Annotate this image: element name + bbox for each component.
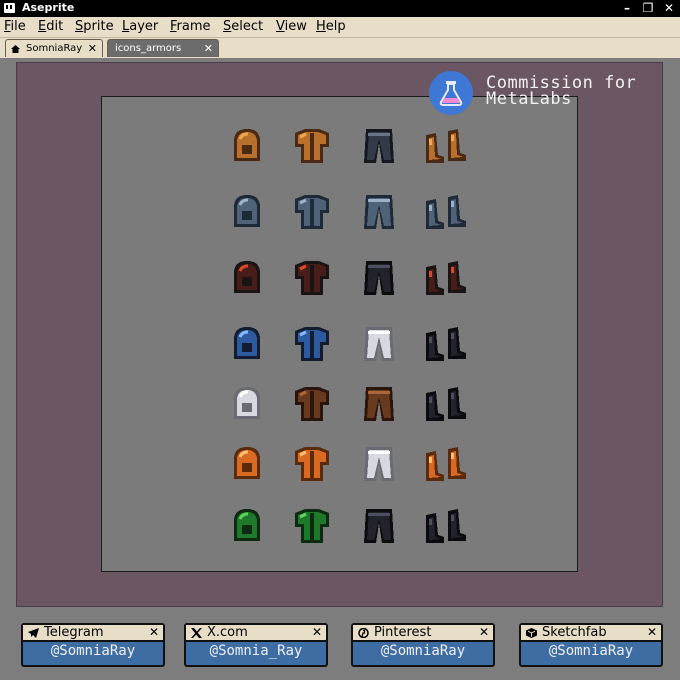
home-icon [11, 45, 20, 53]
social-header: X.com ✕ [186, 625, 326, 642]
social-header: Telegram ✕ [23, 625, 163, 642]
close-button[interactable]: ✕ [660, 0, 678, 17]
close-icon[interactable]: ✕ [647, 625, 657, 639]
armor-sprite-pants-black [352, 251, 406, 305]
armor-sprite-helmet-steel [220, 185, 274, 239]
armor-sprite-boots-black [418, 377, 472, 431]
sketchfab-icon [526, 628, 537, 638]
armor-sprite-boots-steel [418, 185, 472, 239]
menu-help[interactable]: Help [316, 19, 346, 34]
sprite-canvas[interactable] [101, 96, 578, 572]
menu-sprite[interactable]: Sprite [75, 19, 114, 34]
armor-sprite-boots-orange [418, 437, 472, 491]
armor-sprite-hood-white [220, 377, 274, 431]
armor-sprite-chest-green [285, 499, 339, 553]
armor-sprite-pants-white-orange [352, 437, 406, 491]
armor-sprite-pants-brown [352, 377, 406, 431]
menu-layer[interactable]: Layer [122, 19, 158, 34]
social-sketchfab[interactable]: Sketchfab ✕ @SomniaRay [519, 623, 663, 667]
commission-badge: Commission for MetaLabs [429, 69, 669, 117]
armor-sprite-pants-dark [352, 119, 406, 173]
close-icon[interactable]: ✕ [312, 625, 322, 639]
menu-edit[interactable]: Edit [38, 19, 63, 34]
tab-somniaray[interactable]: SomniaRay ✕ [5, 39, 103, 57]
tab-label: SomniaRay [26, 43, 83, 54]
social-header: Sketchfab ✕ [521, 625, 661, 642]
social-handle: @SomniaRay [380, 643, 466, 659]
social-header: Pinterest ✕ [353, 625, 493, 642]
telegram-icon [28, 628, 39, 638]
title-bar: Aseprite – ❐ ✕ [0, 0, 680, 17]
minimize-button[interactable]: – [618, 0, 636, 17]
armor-sprite-jacket-brown [285, 377, 339, 431]
armor-sprite-pants-black [352, 499, 406, 553]
menu-frame[interactable]: Frame [170, 19, 211, 34]
armor-sprite-boots-bronze [418, 119, 472, 173]
social-name: X.com [207, 625, 248, 640]
menu-file[interactable]: File [4, 19, 26, 34]
armor-sprite-coat-blue [285, 317, 339, 371]
armor-sprite-robe-red [285, 251, 339, 305]
flask-icon [429, 71, 473, 115]
armor-sprite-chest-bronze [285, 119, 339, 173]
armor-sprite-chest-steel [285, 185, 339, 239]
armor-sprite-boots-black [418, 499, 472, 553]
tab-label: icons_armors [115, 43, 182, 54]
armor-sprite-hood-green [220, 499, 274, 553]
menu-view[interactable]: View [276, 19, 307, 34]
social-x[interactable]: X.com ✕ @Somnia_Ray [184, 623, 328, 667]
menu-select[interactable]: Select [223, 19, 263, 34]
aseprite-icon [4, 3, 15, 13]
social-handle: @Somnia_Ray [209, 643, 303, 659]
armor-sprite-boots-red [418, 251, 472, 305]
social-handle: @SomniaRay [50, 643, 136, 659]
close-icon[interactable]: ✕ [149, 625, 159, 639]
maximize-button[interactable]: ❐ [639, 0, 657, 17]
armor-sprite-pants-steel [352, 185, 406, 239]
social-bar: Telegram ✕ @SomniaRay X.com ✕ @Somnia_Ra… [0, 608, 680, 680]
menu-bar: File Edit Sprite Layer Frame Select View… [0, 17, 680, 38]
pinterest-icon [358, 628, 369, 638]
social-name: Pinterest [374, 625, 432, 640]
armor-sprite-helmet-orange [220, 437, 274, 491]
social-name: Sketchfab [542, 625, 607, 640]
armor-sprite-hood-black-red [220, 251, 274, 305]
commission-line-2: MetaLabs [486, 89, 572, 109]
close-icon[interactable]: ✕ [479, 625, 489, 639]
tab-bar: SomniaRay ✕ icons_armors ✕ [0, 38, 680, 58]
tab-close-icon[interactable]: ✕ [204, 42, 213, 55]
social-handle: @SomniaRay [548, 643, 634, 659]
editor-area[interactable]: Commission for MetaLabs [16, 62, 663, 607]
armor-sprite-hat-blue [220, 317, 274, 371]
armor-sprite-helmet-bronze [220, 119, 274, 173]
social-pinterest[interactable]: Pinterest ✕ @SomniaRay [351, 623, 495, 667]
armor-sprite-chest-orange [285, 437, 339, 491]
x-icon [191, 628, 202, 638]
window-title: Aseprite [22, 1, 75, 14]
tab-close-icon[interactable]: ✕ [88, 42, 97, 55]
armor-sprite-boots-black [418, 317, 472, 371]
tab-icons-armors[interactable]: icons_armors ✕ [107, 39, 219, 57]
social-telegram[interactable]: Telegram ✕ @SomniaRay [21, 623, 165, 667]
armor-sprite-pants-white [352, 317, 406, 371]
social-name: Telegram [44, 625, 104, 640]
